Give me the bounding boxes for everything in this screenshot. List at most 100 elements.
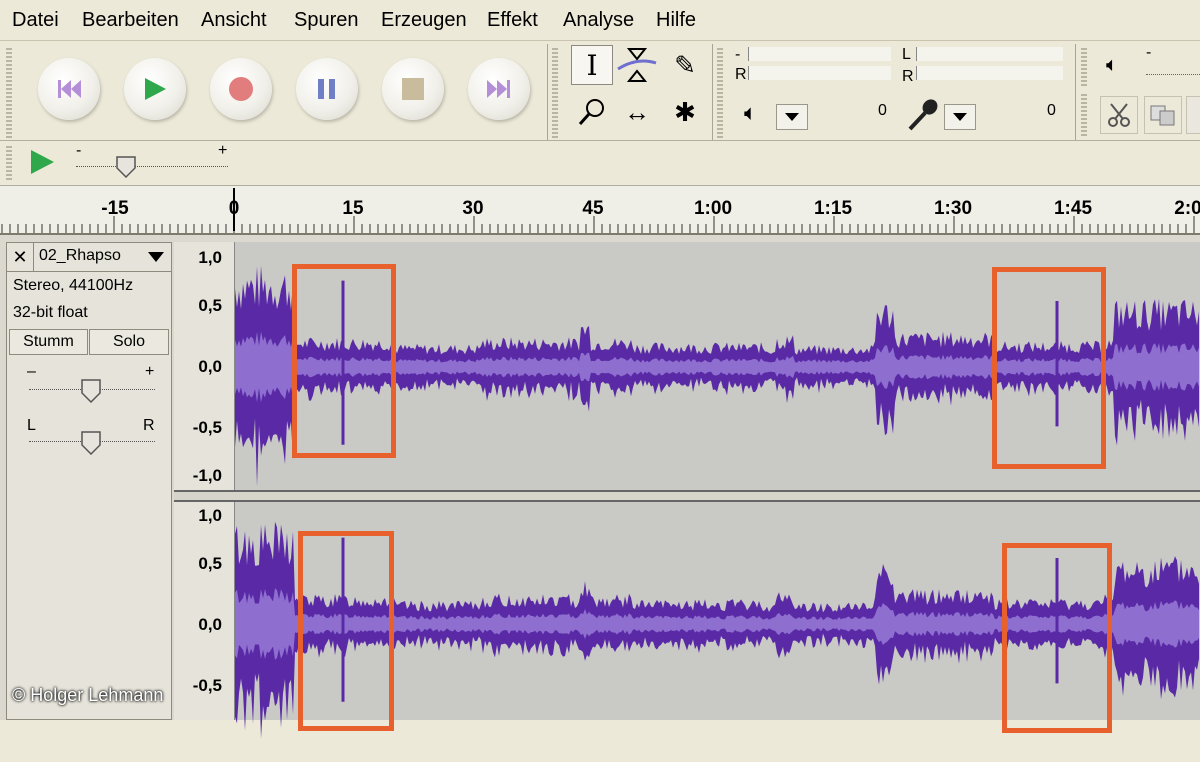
volume-icon: 🔈︎ — [1106, 54, 1118, 76]
close-icon: ✕ — [12, 246, 28, 267]
playback-meter-right — [748, 66, 891, 80]
scale-top-label: -1,0 — [192, 466, 222, 485]
toolbar-grip[interactable] — [552, 46, 558, 138]
gain-plus-label: + — [145, 363, 155, 380]
pause-button[interactable] — [296, 58, 358, 120]
double-arrow-icon: ↔ — [624, 96, 650, 127]
scale-top-label: 1,0 — [198, 248, 222, 267]
close-track-button[interactable]: ✕ — [7, 243, 34, 271]
magnifier-icon — [578, 99, 604, 126]
ruler-tick-label: 0 — [228, 198, 240, 219]
play-icon — [124, 58, 186, 120]
envelope-tool-button[interactable] — [616, 45, 658, 85]
solo-button[interactable]: Solo — [89, 329, 169, 355]
cut-button[interactable] — [1100, 96, 1138, 134]
vertical-scale[interactable]: 1,0 0,5 0,0 -0,5 -1,0 1,0 0,5 0,0 -0,5 — [174, 242, 235, 720]
copy-icon — [1150, 105, 1175, 126]
selection-tool-button[interactable]: I — [571, 45, 613, 85]
gain-slider-thumb[interactable] — [81, 379, 101, 408]
toolbar-divider — [547, 44, 548, 140]
mixer-minus-label: - — [1146, 44, 1152, 61]
mute-button[interactable]: Stumm — [9, 329, 88, 355]
play-icon — [31, 150, 54, 174]
record-meter-left — [916, 47, 1063, 61]
menu-hilfe[interactable]: Hilfe — [656, 9, 696, 32]
scale-bottom-label: 1,0 — [198, 506, 222, 525]
pan-slider-thumb[interactable] — [81, 431, 101, 460]
speed-slider-track[interactable] — [76, 166, 228, 169]
menu-bearbeiten[interactable]: Bearbeiten — [82, 9, 179, 32]
toolbar-grip[interactable] — [717, 46, 723, 138]
menu-erzeugen[interactable]: Erzeugen — [381, 9, 467, 32]
skip-start-icon — [38, 58, 100, 120]
toolbar-grip[interactable] — [6, 46, 12, 138]
paste-button[interactable] — [1186, 96, 1200, 134]
record-meter-right — [916, 66, 1063, 80]
track-header: ✕ 02_Rhapso — [7, 243, 171, 272]
play-button[interactable] — [124, 58, 186, 120]
ruler-tick-label: 1:30 — [933, 198, 973, 219]
stop-button[interactable] — [382, 58, 444, 120]
menu-ansicht[interactable]: Ansicht — [201, 9, 267, 32]
speed-plus-label: + — [218, 142, 228, 159]
ruler-tick-label: 1:00 — [693, 198, 733, 219]
scale-top-label: 0,5 — [198, 296, 222, 315]
meter-l-label: L — [902, 46, 911, 63]
playback-meter-value: 0 — [878, 102, 887, 119]
record-button[interactable] — [210, 58, 272, 120]
ruler-tick-label: 30 — [462, 198, 484, 219]
chevron-down-icon — [953, 113, 967, 121]
scissors-icon — [1108, 103, 1130, 127]
speed-slider-thumb[interactable] — [116, 156, 136, 183]
play-at-speed-button[interactable] — [28, 148, 56, 181]
meter-r-label: R — [735, 66, 747, 83]
ruler-tick-label: 45 — [582, 198, 604, 219]
toolbar-grip[interactable] — [1081, 46, 1087, 86]
menu-analyse[interactable]: Analyse — [563, 9, 634, 32]
toolbar-divider — [0, 140, 1200, 141]
zoom-tool-button[interactable] — [571, 92, 613, 132]
scale-bottom-label: 0,5 — [198, 554, 222, 573]
copyright-watermark: © Holger Lehmann — [12, 685, 164, 705]
gain-minus-label: – — [27, 363, 36, 380]
skip-to-end-button[interactable] — [468, 58, 530, 120]
asterisk-icon: ✱ — [674, 96, 696, 127]
playback-meter-dropdown[interactable] — [776, 104, 808, 130]
scale-bottom-label: -0,5 — [192, 676, 222, 695]
meter-minus-label: - — [735, 46, 741, 63]
speed-minus-label: - — [76, 142, 82, 159]
playback-meter-left — [748, 47, 891, 61]
highlight-box-click-1 — [292, 264, 396, 458]
track-name: 02_Rhapso — [39, 247, 121, 264]
track-format: Stereo, 44100Hz — [13, 277, 134, 294]
highlight-box-click-3 — [298, 531, 394, 731]
skip-end-icon — [468, 58, 530, 120]
output-volume-slider[interactable] — [1146, 70, 1200, 75]
timeshift-tool-button[interactable]: ↔ — [616, 92, 658, 132]
meter-r-label: R — [902, 68, 914, 85]
timeline-ruler[interactable]: -15 0 15 30 45 1:00 1:15 1:30 1:45 2:0 — [0, 185, 1200, 235]
scale-top-label: -0,5 — [192, 418, 222, 437]
ruler-tick-label: 1:45 — [1053, 198, 1093, 219]
menu-effekt[interactable]: Effekt — [487, 9, 538, 32]
scale-top-label: 0,0 — [198, 357, 222, 376]
record-icon — [210, 58, 272, 120]
menu-bar: Datei Bearbeiten Ansicht Spuren Erzeugen… — [0, 0, 1200, 41]
track-name-menu[interactable]: 02_Rhapso — [35, 243, 171, 271]
record-meter-dropdown[interactable] — [944, 104, 976, 130]
ruler-tick-label: 15 — [342, 198, 364, 219]
pan-right-label: R — [143, 417, 155, 434]
toolbar-grip[interactable] — [1081, 92, 1087, 136]
menu-datei[interactable]: Datei — [12, 9, 59, 32]
skip-to-start-button[interactable] — [38, 58, 100, 120]
microphone-icon — [906, 98, 940, 137]
copy-button[interactable] — [1144, 96, 1182, 134]
speaker-icon: 🔈︎ — [744, 100, 758, 125]
track-bitdepth: 32-bit float — [13, 304, 88, 321]
draw-tool-button[interactable]: ✎ — [664, 45, 706, 85]
toolbar-divider — [1075, 44, 1076, 140]
menu-spuren[interactable]: Spuren — [294, 9, 359, 32]
chevron-down-icon — [148, 252, 164, 262]
multi-tool-button[interactable]: ✱ — [664, 92, 706, 132]
toolbar-grip[interactable] — [6, 144, 12, 180]
